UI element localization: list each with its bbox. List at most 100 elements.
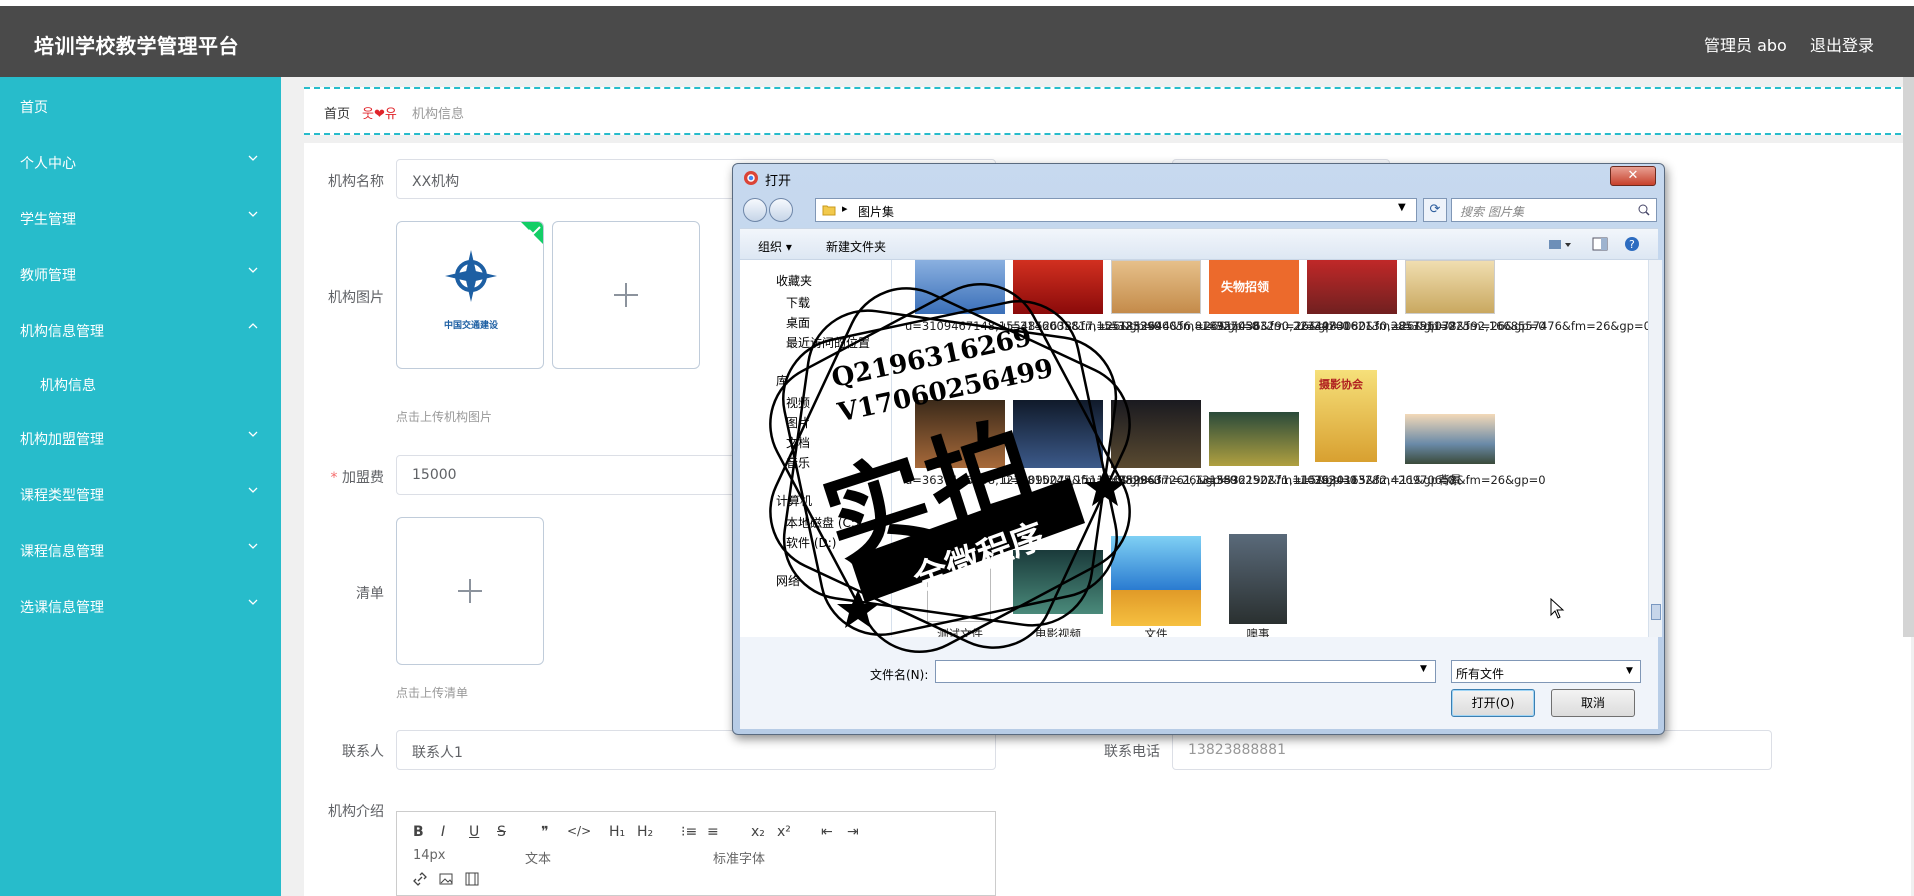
file-thumbnail[interactable] (1013, 260, 1103, 314)
list-upload-button[interactable] (396, 517, 544, 665)
current-user[interactable]: 管理员 abo (1704, 32, 1787, 56)
tree-favorites[interactable]: 收藏夹 (776, 272, 812, 289)
font-size-select[interactable]: 14px (413, 848, 446, 863)
phone-input[interactable]: 13823888881 (1172, 730, 1772, 770)
rich-text-editor[interactable]: B I U S ❞ </> H₁ H₂ ⁝≡ ≡ x₂ x² ⇤ ⇥ 14px … (396, 811, 996, 896)
organize-menu[interactable]: 组织 ▾ (758, 238, 792, 255)
file-thumbnail[interactable] (915, 260, 1005, 314)
ordered-list-button[interactable]: ⁝≡ (681, 824, 697, 840)
help-icon[interactable]: ? (1624, 236, 1640, 252)
tree-music[interactable]: 音乐 (786, 454, 810, 471)
tree-pictures[interactable]: 图片 (786, 414, 810, 431)
sidebar-item-course-info[interactable]: 课程信息管理 (0, 529, 281, 569)
view-options-icon[interactable] (1548, 238, 1572, 252)
cancel-button[interactable]: 取消 (1551, 689, 1635, 717)
file-item[interactable]: u=3924313282,426970658&fm=26&gp=0 (1297, 472, 1546, 489)
underline-button[interactable]: U (469, 824, 479, 840)
address-bar[interactable]: ▸ 图片集 ▼ (815, 198, 1417, 222)
file-thumbnail[interactable] (1111, 400, 1201, 468)
contact-input[interactable]: 联系人1 (396, 730, 996, 770)
file-thumbnail[interactable] (927, 538, 991, 622)
tree-desktop[interactable]: 桌面 (786, 314, 810, 331)
strike-button[interactable]: S (497, 824, 506, 840)
forward-button[interactable] (769, 198, 793, 222)
tree-documents[interactable]: 文档 (786, 434, 810, 451)
h2-button[interactable]: H₂ (637, 824, 653, 840)
sidebar-item-franchise[interactable]: 机构加盟管理 (0, 417, 281, 457)
font-family-select[interactable]: 标准字体 (713, 848, 765, 867)
file-thumbnail[interactable]: 摄影协会 (1315, 370, 1377, 462)
italic-button[interactable]: I (441, 824, 445, 840)
indent-button[interactable]: ⇥ (847, 824, 859, 840)
tree-computer[interactable]: 计算机 (776, 492, 812, 509)
file-thumbnail[interactable] (1013, 550, 1103, 614)
video-icon[interactable] (465, 872, 479, 886)
chevron-down-icon[interactable]: ▼ (1398, 202, 1406, 213)
file-thumbnail[interactable] (1229, 534, 1287, 624)
scrollbar-thumb[interactable] (1651, 604, 1661, 620)
sidebar-item-teachers[interactable]: 教师管理 (0, 253, 281, 293)
sidebar-item-enrollment[interactable]: 选课信息管理 (0, 585, 281, 625)
refresh-button[interactable]: ⟳ (1423, 198, 1447, 222)
file-thumbnail[interactable] (1209, 412, 1299, 466)
breadcrumb-home[interactable]: 首页 (324, 103, 350, 122)
file-type-select[interactable]: 所有文件 ▼ (1451, 660, 1641, 683)
back-button[interactable] (743, 198, 767, 222)
file-thumbnail[interactable] (1405, 260, 1495, 314)
open-button[interactable]: 打开(O) (1451, 689, 1535, 717)
tree-network[interactable]: 网络 (776, 572, 800, 589)
sidebar-item-students[interactable]: 学生管理 (0, 197, 281, 237)
file-name-input[interactable]: ▼ (935, 660, 1436, 683)
file-item[interactable]: u=3270583290,2234983080&fm=26&gp=0 (1199, 318, 1455, 335)
tree-drive-c[interactable]: 本地磁盘 (C:) (786, 514, 860, 531)
file-thumbnail[interactable] (1307, 260, 1397, 314)
file-thumbnail[interactable] (1111, 260, 1201, 314)
bullet-list-button[interactable]: ≡ (707, 824, 719, 840)
tree-recent[interactable]: 最近访问的位置 (786, 334, 870, 351)
tree-videos[interactable]: 视频 (786, 394, 810, 411)
bold-button[interactable]: B (413, 824, 424, 840)
dialog-close-button[interactable]: ✕ (1610, 166, 1656, 186)
file-list-scrollbar[interactable] (1648, 260, 1662, 637)
file-item[interactable]: u=3109467148,1554852638&fm=26&gp=0 (905, 318, 1161, 335)
file-item[interactable]: u=3233996056,818955436&fm=26&gp=0 (1101, 318, 1350, 335)
link-icon[interactable] (413, 872, 427, 886)
h1-button[interactable]: H₁ (609, 824, 625, 840)
sidebar-item-home[interactable]: 首页 (0, 85, 281, 125)
sidebar-item-org-info[interactable]: 机构信息 (0, 363, 281, 403)
file-thumbnail[interactable]: 失物招领 (1209, 260, 1299, 314)
file-thumbnail[interactable] (1405, 414, 1495, 464)
file-item[interactable]: u=3815245,1511148598&fm=26&gp=0 (1003, 472, 1237, 489)
code-button[interactable]: </> (567, 824, 591, 838)
new-folder-button[interactable]: 新建文件夹 (826, 238, 886, 255)
file-item[interactable]: u=3637146338,1210090074&fm=26&gp=0 (905, 472, 1161, 489)
page-scrollbar[interactable] (1903, 77, 1914, 637)
fee-input[interactable]: 15000 (396, 455, 736, 495)
org-image-upload-button[interactable] (552, 221, 700, 369)
tree-libraries[interactable]: 库 (776, 372, 788, 389)
tree-drive-d[interactable]: 软件 (D:) (786, 534, 836, 551)
file-item[interactable]: u=3896252271,1102630165&fm=11&gp=0 (1199, 472, 1455, 489)
dialog-search-input[interactable]: 搜索 图片集 (1451, 198, 1657, 222)
file-thumbnail[interactable] (915, 400, 1005, 468)
sidebar-item-org-info-mgmt[interactable]: 机构信息管理 (0, 309, 281, 349)
file-item[interactable]: u=3470162130,285796078&fm=26&gp=0 (1297, 318, 1546, 335)
file-thumbnail[interactable] (1111, 536, 1201, 626)
subscript-button[interactable]: x₂ (751, 824, 765, 840)
file-item[interactable]: u=3829637261,1315532190&fm=15&gp=0 (1101, 472, 1357, 489)
image-icon[interactable] (439, 872, 453, 886)
org-image-thumbnail[interactable]: 中国交通建设 (396, 221, 544, 369)
outdent-button[interactable]: ⇤ (821, 824, 833, 840)
sidebar-item-personal-center[interactable]: 个人中心 (0, 141, 281, 181)
paragraph-select[interactable]: 文本 (525, 848, 551, 867)
logout-link[interactable]: 退出登录 (1810, 32, 1874, 56)
file-item[interactable]: u=3511322592,1668557476&fm=26&gp=0 (1395, 318, 1651, 335)
tree-downloads[interactable]: 下载 (786, 294, 810, 311)
quote-button[interactable]: ❞ (541, 824, 549, 840)
preview-pane-icon[interactable] (1592, 237, 1608, 251)
file-thumbnail[interactable] (1013, 400, 1103, 468)
superscript-button[interactable]: x² (777, 824, 791, 840)
chevron-down-icon[interactable]: ▼ (1420, 664, 1427, 674)
sidebar-item-course-types[interactable]: 课程类型管理 (0, 473, 281, 513)
file-item[interactable]: u=3146005817,1551852644&fm=26&gp=0 (1003, 318, 1259, 335)
